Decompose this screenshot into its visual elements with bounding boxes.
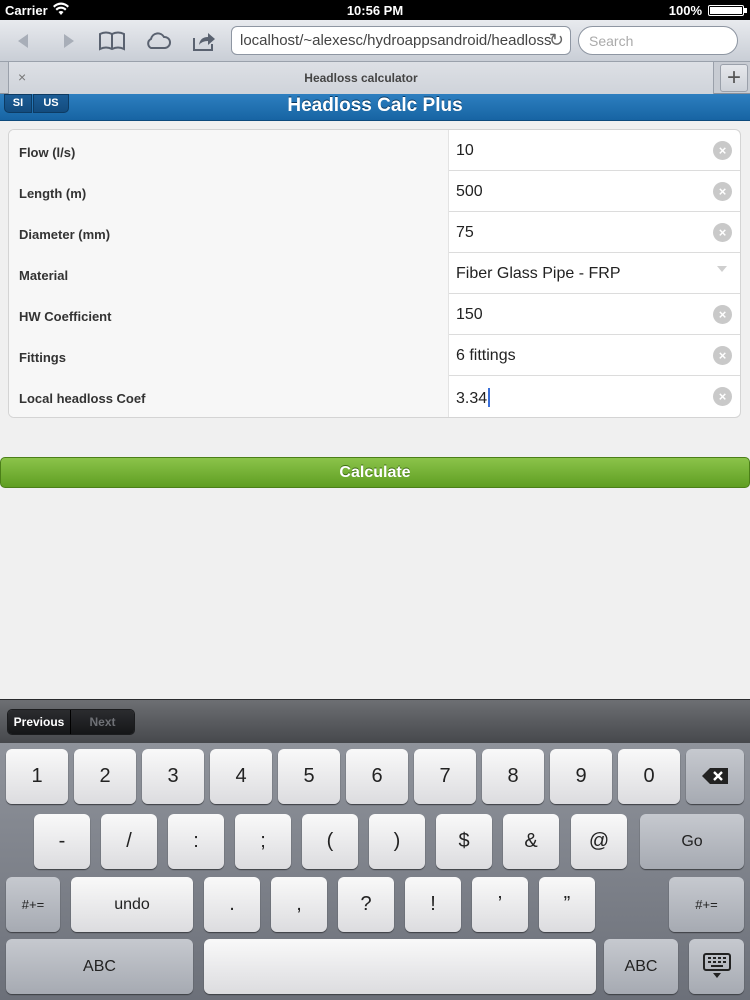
- backspace-icon: [702, 768, 728, 784]
- calculate-button[interactable]: Calculate: [0, 457, 750, 488]
- fittings-label: Fittings: [9, 335, 449, 376]
- share-icon[interactable]: [189, 27, 219, 55]
- key-8[interactable]: 8: [482, 749, 544, 804]
- fittings-input[interactable]: 6 fittings: [456, 347, 516, 365]
- status-bar: Carrier 10:56 PM 100%: [0, 0, 750, 20]
- key-close-paren[interactable]: ): [369, 814, 425, 869]
- hw-coefficient-label: HW Coefficient: [9, 294, 449, 335]
- go-key[interactable]: Go: [640, 814, 744, 869]
- key-comma[interactable]: ,: [271, 877, 327, 932]
- text-caret: [488, 388, 491, 407]
- diameter-label: Diameter (mm): [9, 212, 449, 253]
- key-ampersand[interactable]: &: [503, 814, 559, 869]
- clear-icon[interactable]: ×: [713, 346, 732, 365]
- clear-icon[interactable]: ×: [713, 223, 732, 242]
- form-row-local-headloss: Local headloss Coef 3.34 ×: [9, 376, 740, 417]
- next-button[interactable]: Next: [71, 710, 134, 734]
- onscreen-keyboard: 1 2 3 4 5 6 7 8 9 0 - / : ; ( ) $ & @ Go…: [0, 743, 750, 1000]
- key-dollar[interactable]: $: [436, 814, 492, 869]
- browser-toolbar: localhost/~alexesc/hydroappsandroid/head…: [0, 20, 750, 62]
- form-row-hw-coefficient: HW Coefficient 150 ×: [9, 294, 740, 335]
- headloss-form: Flow (l/s) 10 × Length (m) 500 × Diamete…: [8, 129, 741, 418]
- key-apostrophe[interactable]: ’: [472, 877, 528, 932]
- material-label: Material: [9, 253, 449, 294]
- length-input[interactable]: 500: [456, 183, 483, 201]
- abc-key-right[interactable]: ABC: [604, 939, 678, 994]
- clear-icon[interactable]: ×: [713, 387, 732, 406]
- key-9[interactable]: 9: [550, 749, 612, 804]
- abc-key-left[interactable]: ABC: [6, 939, 193, 994]
- key-slash[interactable]: /: [101, 814, 157, 869]
- keyboard-hide-icon: [702, 953, 731, 978]
- icloud-tabs-icon[interactable]: [143, 27, 173, 55]
- form-row-material: Material Fiber Glass Pipe - FRP: [9, 253, 740, 294]
- key-0[interactable]: 0: [618, 749, 680, 804]
- key-2[interactable]: 2: [74, 749, 136, 804]
- key-at[interactable]: @: [571, 814, 627, 869]
- search-input[interactable]: Search: [578, 26, 738, 55]
- reload-icon[interactable]: ↻: [549, 30, 564, 51]
- key-7[interactable]: 7: [414, 749, 476, 804]
- page-title: Headloss Calc Plus: [287, 95, 463, 116]
- key-period[interactable]: .: [204, 877, 260, 932]
- forward-icon[interactable]: [56, 27, 80, 55]
- key-1[interactable]: 1: [6, 749, 68, 804]
- form-row-flow: Flow (l/s) 10 ×: [9, 130, 740, 171]
- material-select[interactable]: Fiber Glass Pipe - FRP: [456, 265, 620, 283]
- tab-title: Headloss calculator: [304, 71, 418, 85]
- key-exclamation[interactable]: !: [405, 877, 461, 932]
- flow-input[interactable]: 10: [456, 142, 474, 160]
- key-colon[interactable]: :: [168, 814, 224, 869]
- app-header: SI US Headloss Calc Plus: [0, 94, 750, 121]
- hide-keyboard-key[interactable]: [689, 939, 744, 994]
- more-symbols-key-right[interactable]: #+=: [669, 877, 744, 932]
- key-open-paren[interactable]: (: [302, 814, 358, 869]
- back-icon[interactable]: [12, 27, 36, 55]
- key-hyphen[interactable]: -: [34, 814, 90, 869]
- battery-percent: 100%: [668, 3, 702, 18]
- local-headloss-input[interactable]: 3.34: [456, 388, 491, 408]
- tab-bar: × Headloss calculator +: [0, 62, 750, 94]
- clear-icon[interactable]: ×: [713, 305, 732, 324]
- tab-headloss-calculator[interactable]: × Headloss calculator: [8, 62, 714, 94]
- clear-icon[interactable]: ×: [713, 141, 732, 160]
- key-5[interactable]: 5: [278, 749, 340, 804]
- key-6[interactable]: 6: [346, 749, 408, 804]
- form-accessory-bar: Previous Next: [0, 699, 750, 743]
- form-row-length: Length (m) 500 ×: [9, 171, 740, 212]
- undo-key[interactable]: undo: [71, 877, 193, 932]
- key-semicolon[interactable]: ;: [235, 814, 291, 869]
- hw-coefficient-input[interactable]: 150: [456, 306, 483, 324]
- space-key[interactable]: [204, 939, 596, 994]
- previous-button[interactable]: Previous: [8, 710, 71, 734]
- diameter-input[interactable]: 75: [456, 224, 474, 242]
- battery-icon: [708, 5, 747, 16]
- clock: 10:56 PM: [346, 3, 404, 18]
- key-4[interactable]: 4: [210, 749, 272, 804]
- flow-label: Flow (l/s): [9, 130, 449, 171]
- key-question[interactable]: ?: [338, 877, 394, 932]
- url-text: localhost/~alexesc/hydroappsandroid/head…: [240, 32, 552, 49]
- prev-next-control: Previous Next: [7, 709, 135, 735]
- chevron-down-icon[interactable]: [717, 266, 727, 272]
- backspace-key[interactable]: [686, 749, 744, 804]
- key-3[interactable]: 3: [142, 749, 204, 804]
- key-quote[interactable]: ”: [539, 877, 595, 932]
- clear-icon[interactable]: ×: [713, 182, 732, 201]
- local-headloss-value: 3.34: [456, 390, 488, 407]
- new-tab-button[interactable]: +: [720, 64, 748, 92]
- form-row-diameter: Diameter (mm) 75 ×: [9, 212, 740, 253]
- more-symbols-key[interactable]: #+=: [6, 877, 60, 932]
- local-headloss-label: Local headloss Coef: [9, 376, 449, 417]
- bookmarks-icon[interactable]: [97, 27, 127, 55]
- url-bar[interactable]: localhost/~alexesc/hydroappsandroid/head…: [231, 26, 571, 55]
- length-label: Length (m): [9, 171, 449, 212]
- form-row-fittings: Fittings 6 fittings ×: [9, 335, 740, 376]
